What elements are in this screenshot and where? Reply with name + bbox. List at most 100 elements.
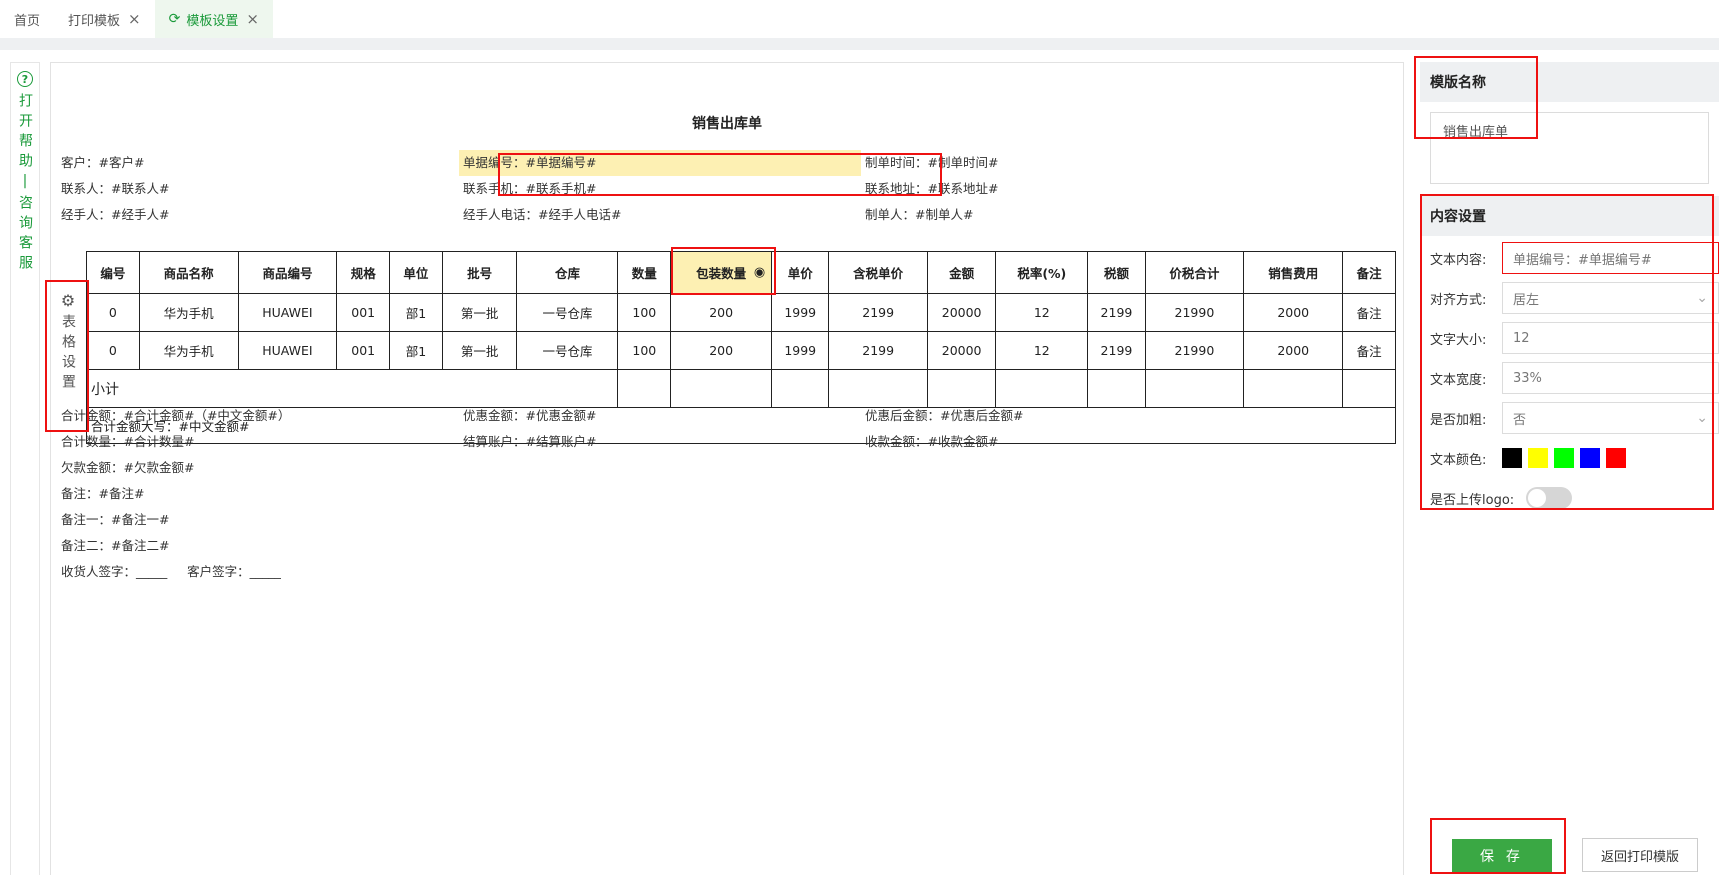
color-swatch-blue[interactable] (1580, 448, 1600, 468)
field-received-amount[interactable]: 收款金额：#收款金额# (865, 429, 998, 455)
text-width-input[interactable]: 33% (1502, 362, 1719, 394)
column-header[interactable]: 含税单价 (828, 251, 929, 294)
field-customer[interactable]: 客户：#客户# (61, 150, 144, 176)
text-width-row: 文本宽度: 33% (1430, 360, 1719, 396)
table-settings-button[interactable]: ⚙ 表格设置 (57, 291, 79, 394)
column-header[interactable]: 仓库 (516, 251, 619, 294)
table-cell: 华为手机 (138, 293, 239, 332)
template-name-input[interactable]: 销售出库单 (1430, 112, 1709, 184)
text-width-label: 文本宽度: (1430, 372, 1487, 388)
subtotal-cell (995, 369, 1089, 408)
refresh-icon[interactable]: ⟳ (169, 11, 181, 27)
document-title[interactable]: 销售出库单 (51, 113, 1403, 133)
column-header[interactable]: 单位 (389, 251, 443, 294)
align-select[interactable]: 居左 ⌄ (1502, 282, 1719, 314)
tab-template-settings[interactable]: ⟳ 模板设置 × (154, 0, 273, 38)
table-cell: 200 (670, 293, 773, 332)
text-content-input[interactable]: 单据编号：#单据编号# (1502, 242, 1719, 274)
color-swatch-black[interactable] (1502, 448, 1522, 468)
column-header[interactable]: 金额 (927, 251, 997, 294)
bold-value: 否 (1513, 412, 1527, 428)
subtotal-cell (828, 369, 929, 408)
field-signatures[interactable]: 收货人签字：_____ 客户签字：_____ (61, 559, 281, 585)
table-settings-label: 表格设置 (60, 314, 76, 394)
column-header[interactable]: 单价 (771, 251, 830, 294)
subtotal-cell (1144, 369, 1245, 408)
bold-select[interactable]: 否 ⌄ (1502, 402, 1719, 434)
table-cell: 第一批 (441, 331, 518, 370)
field-creator[interactable]: 制单人：#制单人# (865, 202, 973, 228)
field-remark[interactable]: 备注：#备注# (61, 481, 144, 507)
table-cell: 1999 (771, 293, 830, 332)
table-cell: 001 (336, 293, 391, 332)
bold-label: 是否加粗: (1430, 412, 1487, 428)
logo-label: 是否上传logo: (1430, 492, 1515, 508)
field-debt[interactable]: 欠款金额：#欠款金额# (61, 455, 194, 481)
field-total-qty[interactable]: 合计数量：#合计数量# (61, 429, 194, 455)
column-header[interactable]: 销售费用 (1243, 251, 1344, 294)
field-remark-1[interactable]: 备注一：#备注一# (61, 507, 169, 533)
field-contact-phone[interactable]: 联系手机：#联系手机# (463, 176, 596, 202)
field-created-time[interactable]: 制单时间：#制单时间# (865, 150, 998, 176)
column-header[interactable]: 税额 (1087, 251, 1146, 294)
field-contact-address[interactable]: 联系地址：#联系地址# (865, 176, 998, 202)
table-row: 0 华为手机 HUAWEI 001 部1 第一批 一号仓库 100 200 19… (86, 331, 1396, 370)
chevron-down-icon: ⌄ (1696, 410, 1708, 426)
subtotal-cell (927, 369, 997, 408)
help-icon[interactable]: ? (17, 71, 33, 87)
column-header[interactable]: 批号 (441, 251, 518, 294)
column-header[interactable]: 编号 (86, 251, 140, 294)
field-after-discount[interactable]: 优惠后金额：#优惠后金额# (865, 403, 1023, 429)
column-header-label: 包装数量 (696, 266, 747, 281)
column-header[interactable]: 规格 (336, 251, 391, 294)
field-document-number[interactable]: 单据编号：#单据编号# (459, 150, 861, 176)
table-cell: 0 (86, 331, 140, 370)
table-cell: HUAWEI (237, 293, 338, 332)
help-text[interactable]: 打开帮助|咨询客服 (15, 93, 35, 275)
close-icon[interactable]: × (128, 10, 141, 28)
color-swatch-red[interactable] (1606, 448, 1626, 468)
field-discount[interactable]: 优惠金额：#优惠金额# (463, 403, 596, 429)
column-header[interactable]: 数量 (617, 251, 672, 294)
table-cell: 100 (617, 331, 672, 370)
table-cell: 2199 (828, 293, 929, 332)
back-to-templates-button[interactable]: 返回打印模版 (1582, 838, 1698, 872)
field-settlement-account[interactable]: 结算账户：#结算账户# (463, 429, 596, 455)
tab-bar-divider (0, 38, 1719, 50)
help-sidebar[interactable]: ? 打开帮助|咨询客服 (10, 62, 40, 875)
chevron-down-icon: ⌄ (1696, 290, 1708, 306)
table-cell: 华为手机 (138, 331, 239, 370)
eye-icon[interactable]: ◉ (754, 265, 765, 280)
tab-label: 打印模板 (68, 13, 121, 29)
field-contact[interactable]: 联系人：#联系人# (61, 176, 169, 202)
toggle-knob (1528, 489, 1546, 507)
color-swatch-green[interactable] (1554, 448, 1574, 468)
align-row: 对齐方式: 居左 ⌄ (1430, 280, 1719, 316)
table-cell: 001 (336, 331, 391, 370)
field-handler-phone[interactable]: 经手人电话：#经手人电话# (463, 202, 621, 228)
column-header[interactable]: 价税合计 (1144, 251, 1245, 294)
table-cell: 一号仓库 (516, 293, 619, 332)
column-header[interactable]: 税率(%) (995, 251, 1089, 294)
font-size-input[interactable]: 12 (1502, 322, 1719, 354)
close-icon[interactable]: × (246, 10, 259, 28)
tab-print-templates[interactable]: 打印模板 × (54, 0, 155, 38)
font-size-row: 文字大小: 12 (1430, 320, 1719, 356)
field-total-amount[interactable]: 合计金额：#合计金额#（#中文金额#） (61, 403, 290, 429)
subtotal-cell (771, 369, 830, 408)
column-header[interactable]: 备注 (1342, 251, 1396, 294)
column-header[interactable]: 商品名称 (138, 251, 239, 294)
table-cell: 备注 (1342, 293, 1396, 332)
logo-toggle[interactable] (1526, 487, 1572, 509)
table-cell: 备注 (1342, 331, 1396, 370)
table-cell: 1999 (771, 331, 830, 370)
save-button[interactable]: 保 存 (1452, 839, 1552, 873)
field-handler[interactable]: 经手人：#经手人# (61, 202, 169, 228)
tab-home[interactable]: 首页 (0, 0, 54, 38)
color-swatch-yellow[interactable] (1528, 448, 1548, 468)
column-header[interactable]: 商品编号 (237, 251, 338, 294)
field-remark-2[interactable]: 备注二：#备注二# (61, 533, 169, 559)
column-header-package-qty[interactable]: 包装数量 ◉ (670, 251, 773, 294)
table-cell: 20000 (927, 293, 997, 332)
subtotal-label: 小计 (85, 369, 619, 408)
